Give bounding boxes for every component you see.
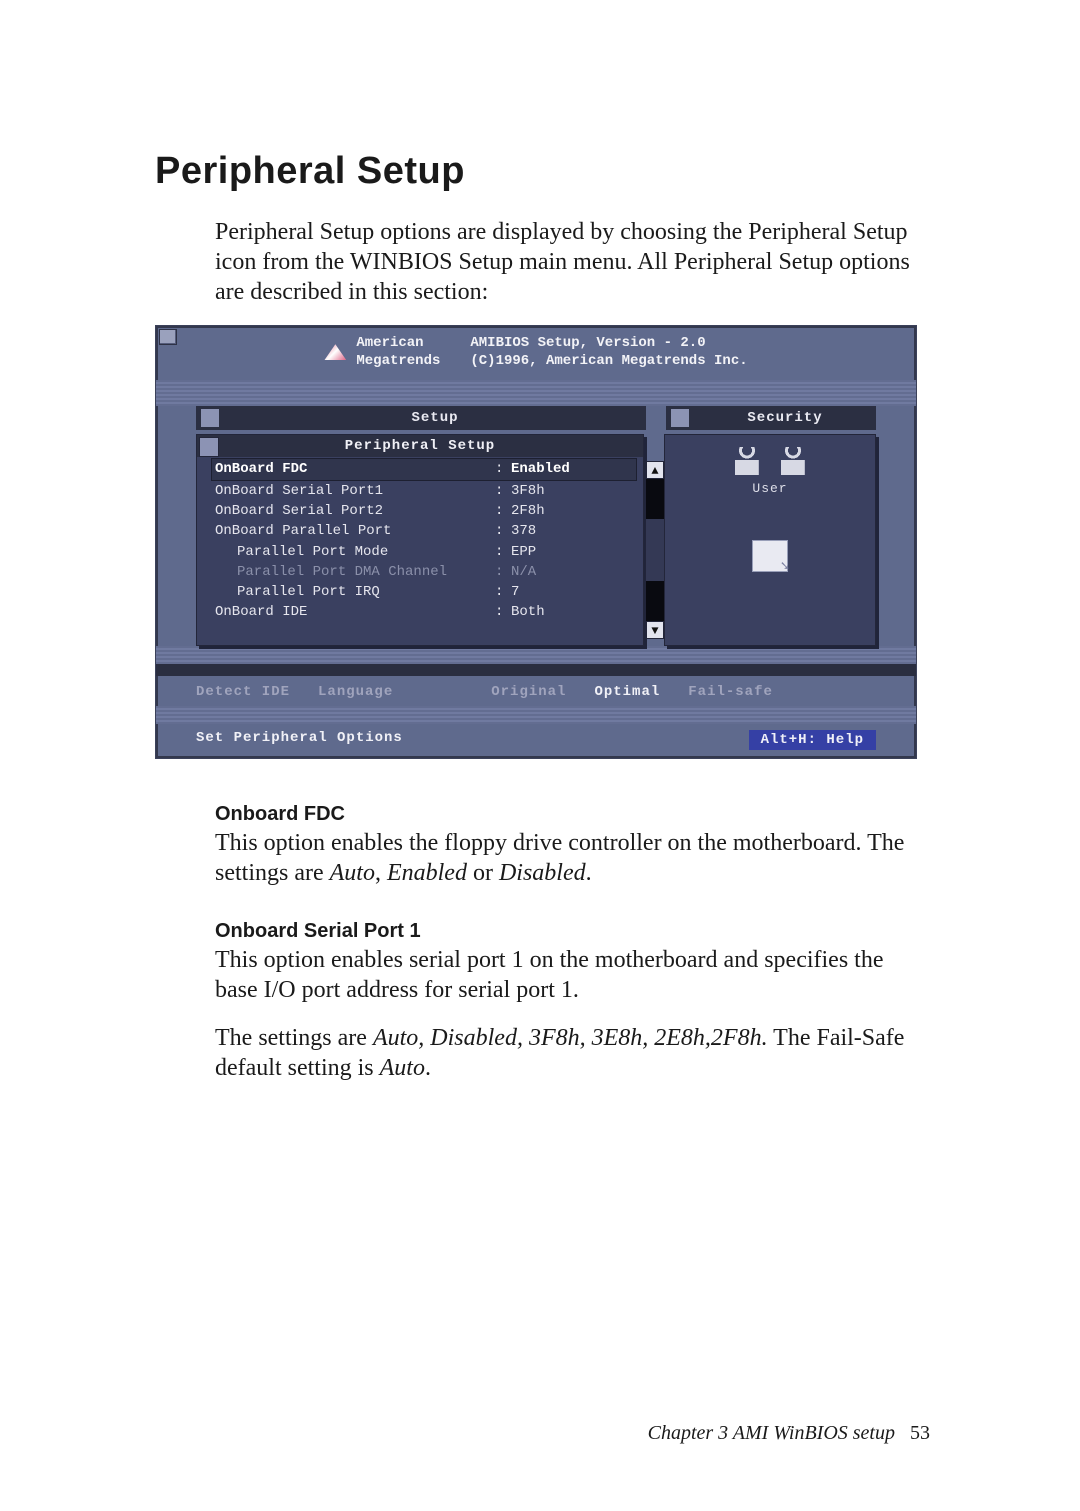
page-title: Peripheral Setup [155, 150, 930, 193]
language-button[interactable]: Language [318, 684, 393, 700]
antivirus-icon[interactable] [752, 540, 788, 572]
setting-value: Both [511, 602, 633, 622]
setting-label: OnBoard Serial Port2 [215, 501, 495, 521]
onboard-serial1-paragraph-1: This option enables serial port 1 on the… [215, 945, 910, 1005]
setting-label: Parallel Port DMA Channel [215, 562, 495, 582]
separator: : [495, 582, 511, 602]
footer-page-number: 53 [910, 1422, 930, 1444]
status-bar: Set Peripheral Options Alt+H: Help [156, 724, 916, 758]
setting-value: 2F8h [511, 501, 633, 521]
lock-icon[interactable] [776, 447, 810, 475]
brand-line1: American [356, 334, 440, 352]
page-footer: Chapter 3 AMI WinBIOS setup 53 [648, 1422, 930, 1445]
original-button[interactable]: Original [491, 684, 566, 700]
brand-line2: Megatrends [356, 352, 440, 370]
setting-row[interactable]: OnBoard Serial Port1: 3F8h [215, 481, 633, 501]
scrollbar[interactable]: ▲ ▼ [645, 461, 665, 639]
setting-value: 3F8h [511, 481, 633, 501]
setting-value: 378 [511, 521, 633, 541]
bios-title-line1: AMIBIOS Setup, Version - 2.0 [470, 334, 747, 352]
security-pane: User [664, 434, 876, 646]
setting-label: OnBoard Serial Port1 [215, 481, 495, 501]
setting-value: N/A [511, 562, 633, 582]
pane-sys-button[interactable] [199, 437, 219, 457]
decor-bar [156, 380, 916, 406]
settings-list: OnBoard FDC: EnabledOnBoard Serial Port1… [197, 457, 643, 622]
system-menu-button[interactable] [159, 329, 177, 345]
setup-window-title: Setup [224, 410, 646, 426]
bios-screenshot: American Megatrends AMIBIOS Setup, Versi… [155, 325, 917, 759]
security-window-title: Security [694, 410, 876, 426]
onboard-fdc-paragraph: This option enables the floppy drive con… [215, 828, 910, 888]
onboard-serial1-paragraph-2: The settings are Auto, Disabled, 3F8h, 3… [215, 1023, 910, 1083]
decor-bar [156, 646, 916, 664]
setting-label: OnBoard IDE [215, 602, 495, 622]
setting-label: OnBoard FDC [215, 459, 495, 479]
lock-icon[interactable] [730, 447, 764, 475]
setting-row[interactable]: OnBoard Parallel Port: 378 [215, 521, 633, 541]
security-user-label: User [665, 481, 875, 496]
separator: : [495, 501, 511, 521]
status-text: Set Peripheral Options [196, 730, 749, 750]
separator: : [495, 562, 511, 582]
window-sys-button[interactable] [200, 408, 220, 428]
scroll-down-button[interactable]: ▼ [646, 621, 664, 639]
failsafe-button[interactable]: Fail-safe [688, 684, 773, 700]
help-hint: Alt+H: Help [749, 730, 876, 750]
decor-bar [156, 664, 916, 676]
bios-header: American Megatrends AMIBIOS Setup, Versi… [156, 326, 916, 380]
setting-row[interactable]: Parallel Port Mode: EPP [215, 542, 633, 562]
setting-label: Parallel Port IRQ [215, 582, 495, 602]
separator: : [495, 542, 511, 562]
optimal-button[interactable]: Optimal [594, 684, 660, 700]
setting-value: Enabled [511, 459, 633, 479]
security-window-titlebar[interactable]: Security [666, 406, 876, 430]
setting-row[interactable]: Parallel Port IRQ: 7 [215, 582, 633, 602]
setting-row[interactable]: OnBoard Serial Port2: 2F8h [215, 501, 633, 521]
pane-title: Peripheral Setup [197, 435, 643, 457]
action-button-row: Detect IDE Language Original Optimal Fai… [156, 676, 916, 706]
separator: : [495, 602, 511, 622]
onboard-serial1-heading: Onboard Serial Port 1 [215, 920, 910, 943]
setting-label: Parallel Port Mode [215, 542, 495, 562]
separator: : [495, 459, 511, 479]
setting-row[interactable]: OnBoard IDE: Both [215, 602, 633, 622]
bios-title-line2: (C)1996, American Megatrends Inc. [470, 352, 747, 370]
setup-window-titlebar[interactable]: Setup [196, 406, 646, 430]
separator: : [495, 481, 511, 501]
window-sys-button[interactable] [670, 408, 690, 428]
setting-label: OnBoard Parallel Port [215, 521, 495, 541]
setting-value: 7 [511, 582, 633, 602]
separator: : [495, 521, 511, 541]
setting-row[interactable]: OnBoard FDC: Enabled [211, 458, 637, 480]
peripheral-setup-pane: Peripheral Setup OnBoard FDC: EnabledOnB… [196, 434, 644, 646]
scroll-up-button[interactable]: ▲ [646, 461, 664, 479]
intro-paragraph: Peripheral Setup options are displayed b… [215, 217, 910, 307]
ami-logo-icon [324, 344, 346, 360]
decor-bar [156, 706, 916, 724]
onboard-fdc-heading: Onboard FDC [215, 803, 910, 826]
detect-ide-button[interactable]: Detect IDE [196, 684, 290, 700]
footer-chapter: Chapter 3 AMI WinBIOS setup [648, 1422, 895, 1444]
setting-value: EPP [511, 542, 633, 562]
setting-row[interactable]: Parallel Port DMA Channel: N/A [215, 562, 633, 582]
